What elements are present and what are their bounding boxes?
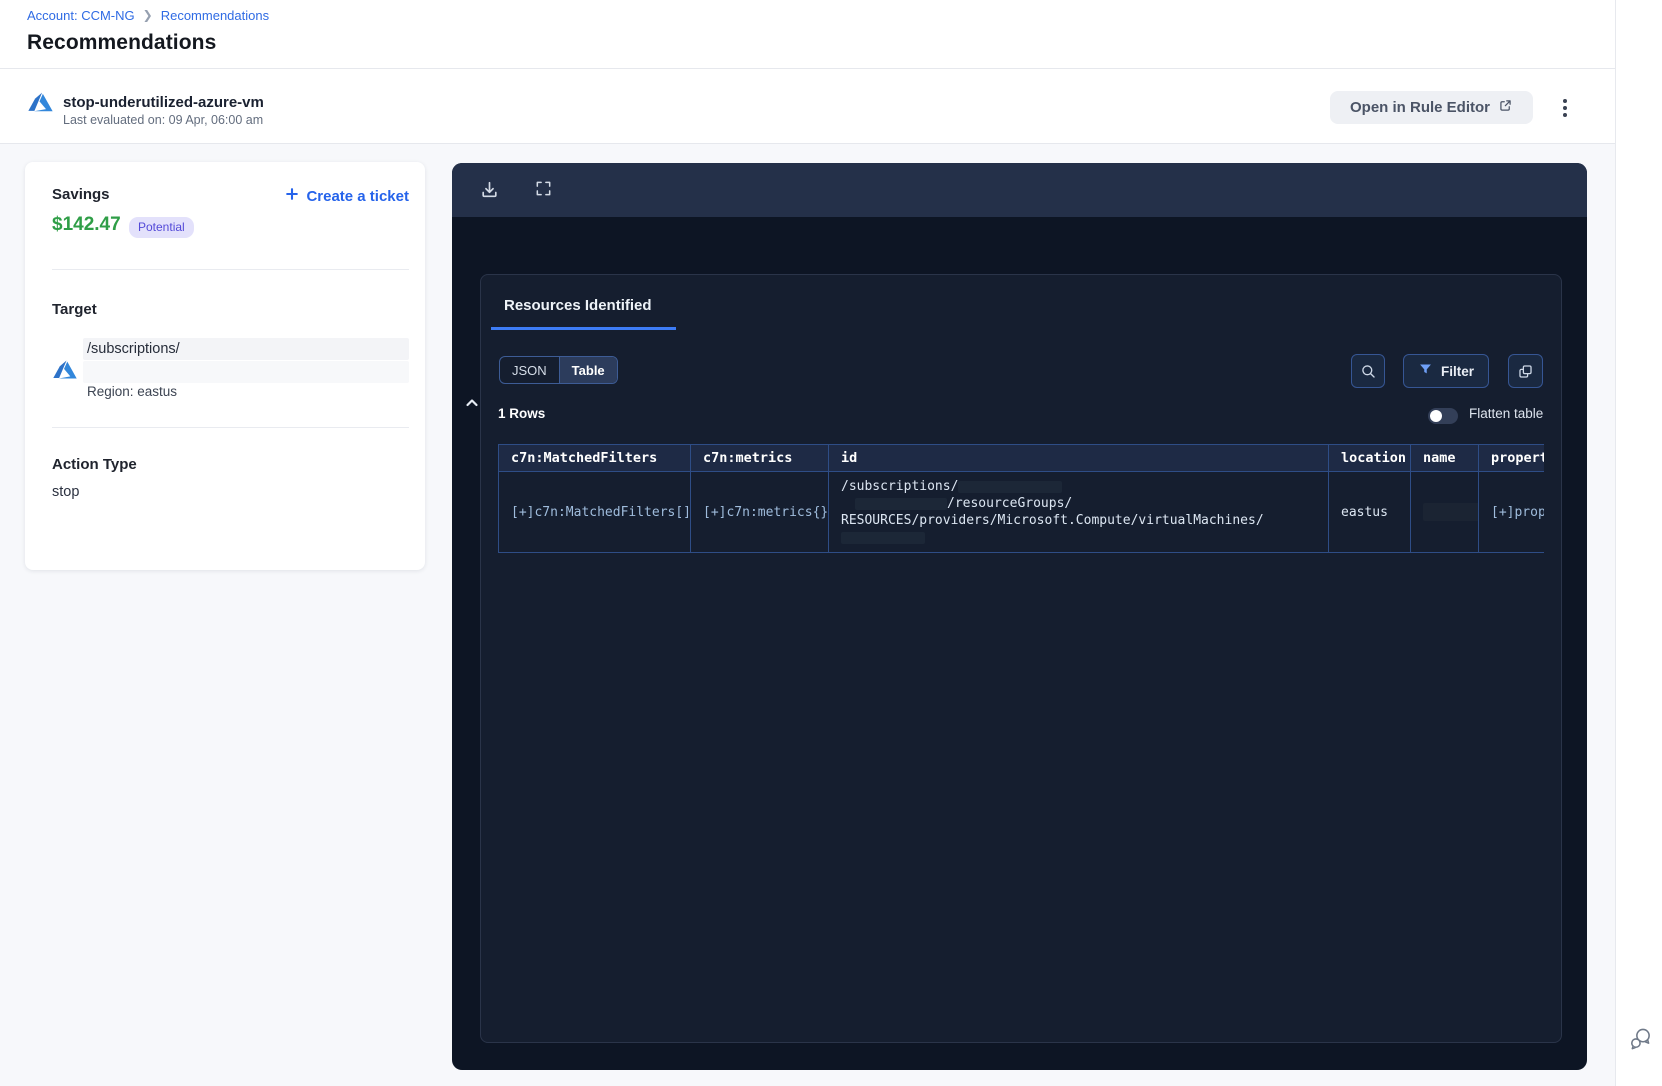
azure-logo-icon — [27, 89, 54, 116]
row-count: 1 Rows — [498, 406, 546, 421]
fullscreen-expand-button[interactable] — [532, 179, 554, 201]
cell-metrics-expander[interactable]: [+]c7n:metrics{} — [690, 471, 829, 553]
cell-properties-expander[interactable]: [+]properties{} — [1478, 471, 1544, 553]
filter-label: Filter — [1440, 363, 1474, 379]
column-header-name: name — [1410, 444, 1479, 472]
redacted-text — [83, 361, 409, 383]
view-mode-toggle: JSON Table — [499, 356, 618, 384]
flatten-table-label: Flatten table — [1469, 406, 1544, 421]
cell-resource-id: /subscriptions/ /resourceGroups/ RESOURC… — [828, 471, 1329, 553]
id-line-2: /resourceGroups/ — [947, 496, 1073, 511]
column-header-properties: properties — [1478, 444, 1544, 472]
savings-card: Savings Create a ticket $142.47 Potentia… — [25, 162, 425, 570]
target-path: /subscriptions/ — [87, 341, 180, 357]
collapse-section-chevron[interactable] — [464, 395, 480, 411]
open-in-rule-editor-button[interactable]: Open in Rule Editor — [1330, 91, 1533, 124]
recommendations-page: Account: CCM-NG ❯ Recommendations Recomm… — [0, 0, 1662, 1086]
tab-resources-identified[interactable]: Resources Identified — [491, 275, 676, 330]
create-ticket-button[interactable]: Create a ticket — [285, 187, 409, 205]
savings-amount: $142.47 — [52, 214, 121, 235]
table-row: [+]c7n:MatchedFilters[] [+]c7n:metrics{}… — [498, 471, 1544, 553]
results-table-container: c7n:MatchedFilters c7n:metrics id locati… — [498, 444, 1544, 553]
potential-badge: Potential — [129, 217, 194, 238]
azure-logo-icon — [52, 357, 78, 383]
column-header-location: location — [1328, 444, 1411, 472]
rule-last-evaluated: Last evaluated on: 09 Apr, 06:00 am — [63, 113, 264, 127]
savings-label: Savings — [52, 186, 110, 203]
help-chat-icon[interactable] — [1625, 1025, 1655, 1055]
resources-identified-panel: Resources Identified JSON Table Filter 1… — [480, 274, 1562, 1043]
filter-funnel-icon — [1418, 362, 1433, 380]
rule-header-divider — [0, 143, 1615, 144]
breadcrumb: Account: CCM-NG ❯ Recommendations — [27, 7, 269, 24]
more-options-kebab-menu[interactable] — [1554, 93, 1576, 123]
redacted-text — [1423, 503, 1478, 521]
action-type-label: Action Type — [52, 456, 137, 473]
breadcrumb-recommendations-link[interactable]: Recommendations — [161, 8, 269, 23]
view-json-option[interactable]: JSON — [500, 357, 559, 383]
column-header-metrics: c7n:metrics — [690, 444, 829, 472]
create-ticket-label: Create a ticket — [306, 187, 409, 205]
view-table-option[interactable]: Table — [558, 357, 617, 383]
copy-button[interactable] — [1508, 354, 1543, 388]
cell-matched-filters-expander[interactable]: [+]c7n:MatchedFilters[] — [498, 471, 691, 553]
header-divider — [0, 68, 1615, 69]
plus-icon — [285, 187, 299, 205]
column-header-matched-filters: c7n:MatchedFilters — [498, 444, 691, 472]
cell-location: eastus — [1328, 471, 1411, 553]
right-rail — [1615, 0, 1662, 1086]
chevron-right-icon: ❯ — [142, 7, 153, 22]
evaluation-results-panel: stop-underutilized-azure-vm Resources Id… — [452, 163, 1587, 1070]
page-title: Recommendations — [27, 31, 217, 54]
table-header-row: c7n:MatchedFilters c7n:metrics id locati… — [498, 444, 1544, 472]
id-line-1: /subscriptions/ — [841, 479, 959, 494]
target-label: Target — [52, 301, 97, 318]
filter-button[interactable]: Filter — [1403, 354, 1489, 388]
target-region: Region: eastus — [87, 384, 178, 399]
card-divider — [52, 269, 409, 270]
cell-name — [1410, 471, 1479, 553]
search-button[interactable] — [1351, 354, 1385, 388]
breadcrumb-account-link[interactable]: Account: CCM-NG — [27, 8, 135, 23]
redacted-text — [855, 497, 947, 510]
rule-name: stop-underutilized-azure-vm — [63, 94, 264, 111]
id-line-3: RESOURCES/providers/Microsoft.Compute/vi… — [841, 513, 1264, 528]
main-content-area: Account: CCM-NG ❯ Recommendations Recomm… — [0, 0, 1615, 1086]
download-button[interactable] — [478, 179, 500, 201]
external-link-icon — [1498, 98, 1513, 117]
card-divider — [52, 427, 409, 428]
panel-toolbar — [452, 163, 1587, 217]
redacted-text — [958, 480, 1063, 493]
open-in-rule-editor-label: Open in Rule Editor — [1349, 99, 1490, 116]
column-header-id: id — [828, 444, 1329, 472]
redacted-text — [841, 531, 925, 544]
flatten-table-toggle[interactable] — [1428, 408, 1458, 424]
results-table: c7n:MatchedFilters c7n:metrics id locati… — [498, 444, 1544, 553]
action-type-value: stop — [52, 484, 80, 500]
